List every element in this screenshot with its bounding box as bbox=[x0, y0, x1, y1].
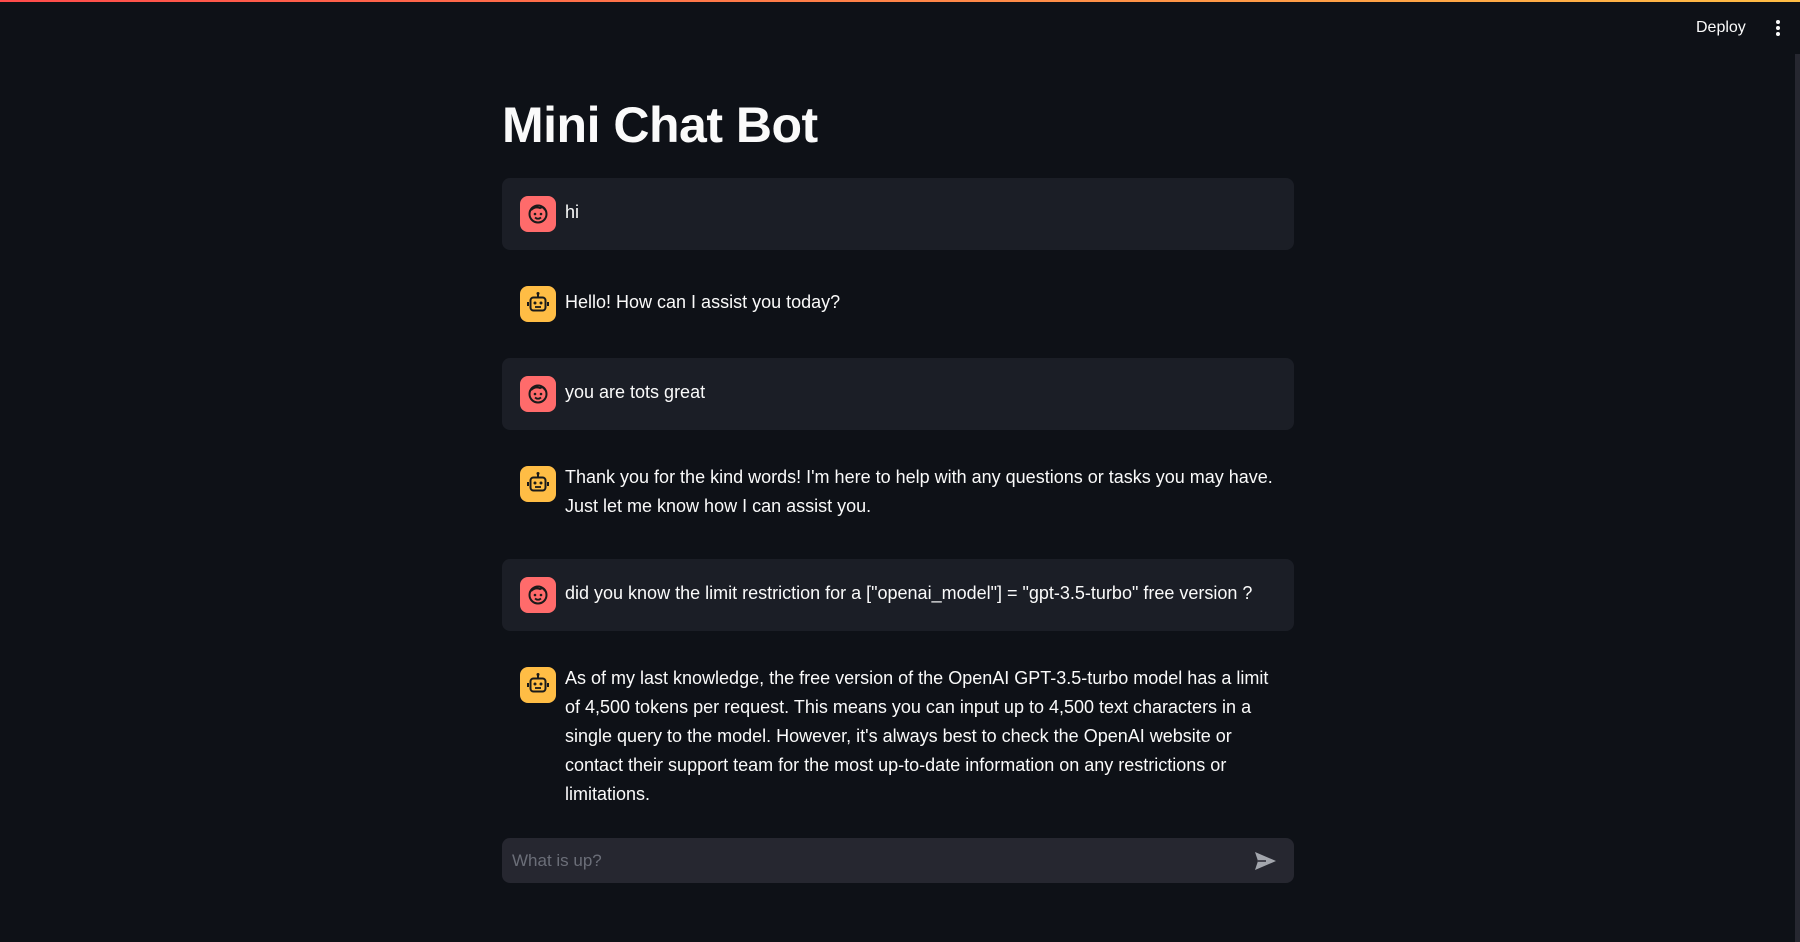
chat-message-assistant: As of my last knowledge, the free versio… bbox=[502, 649, 1294, 804]
robot-icon bbox=[520, 286, 556, 322]
send-icon[interactable] bbox=[1250, 846, 1280, 876]
chat-input[interactable] bbox=[502, 838, 1232, 883]
robot-icon bbox=[520, 466, 556, 502]
message-text: Hello! How can I assist you today? bbox=[565, 292, 841, 312]
message-text: hi bbox=[565, 202, 580, 222]
chat-message-user: you are tots great bbox=[502, 358, 1294, 430]
message-text: As of my last knowledge, the free versio… bbox=[565, 668, 1269, 804]
chat-message-assistant: Hello! How can I assist you today? bbox=[502, 268, 1294, 340]
chat-message-assistant: Thank you for the kind words! I'm here t… bbox=[502, 448, 1294, 548]
message-text: you are tots great bbox=[565, 382, 706, 402]
chat-input-container bbox=[502, 838, 1294, 883]
chat-message-user: did you know the limit restriction for a… bbox=[502, 559, 1294, 631]
user-face-icon bbox=[520, 376, 556, 412]
header-toolbar: Deploy bbox=[0, 2, 1800, 54]
user-face-icon bbox=[520, 196, 556, 232]
robot-icon bbox=[520, 667, 556, 703]
chat-message-user: hi bbox=[502, 178, 1294, 250]
message-text: Thank you for the kind words! I'm here t… bbox=[565, 467, 1273, 516]
deploy-button[interactable]: Deploy bbox=[1684, 12, 1758, 44]
app-window: Deploy Mini Chat Bot hi Hello! How can I… bbox=[0, 0, 1800, 942]
scrollbar[interactable] bbox=[1795, 54, 1800, 942]
more-vertical-icon[interactable] bbox=[1764, 12, 1792, 44]
message-text: did you know the limit restriction for a… bbox=[565, 583, 1253, 603]
user-face-icon bbox=[520, 577, 556, 613]
page-title: Mini Chat Bot bbox=[502, 97, 818, 153]
